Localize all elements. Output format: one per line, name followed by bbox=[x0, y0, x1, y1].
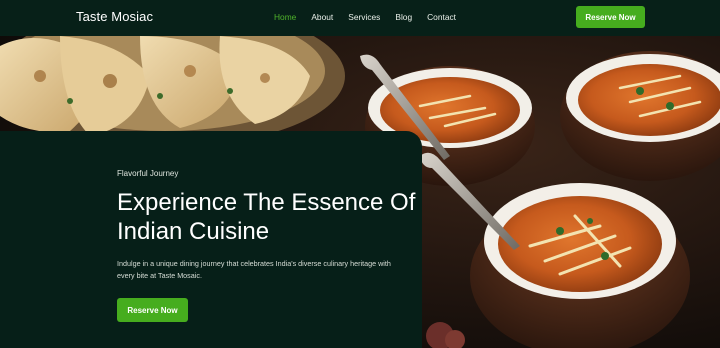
navbar: Taste Mosiac Home About Services Blog Co… bbox=[0, 0, 720, 36]
nav-link-home[interactable]: Home bbox=[274, 12, 296, 22]
nav-link-about[interactable]: About bbox=[311, 12, 333, 22]
nav-links: Home About Services Blog Contact bbox=[274, 12, 456, 22]
hero-description: Indulge in a unique dining journey that … bbox=[117, 259, 391, 280]
hero-eyebrow: Flavorful Journey bbox=[117, 169, 179, 178]
brand-logo[interactable]: Taste Mosiac bbox=[76, 9, 153, 24]
reserve-now-nav-button[interactable]: Reserve Now bbox=[576, 6, 645, 28]
reserve-now-hero-button[interactable]: Reserve Now bbox=[117, 298, 188, 322]
nav-link-blog[interactable]: Blog bbox=[395, 12, 412, 22]
hero-title: Experience The Essence Of Indian Cuisine bbox=[117, 189, 416, 245]
nav-link-services[interactable]: Services bbox=[348, 12, 380, 22]
nav-link-contact[interactable]: Contact bbox=[427, 12, 456, 22]
